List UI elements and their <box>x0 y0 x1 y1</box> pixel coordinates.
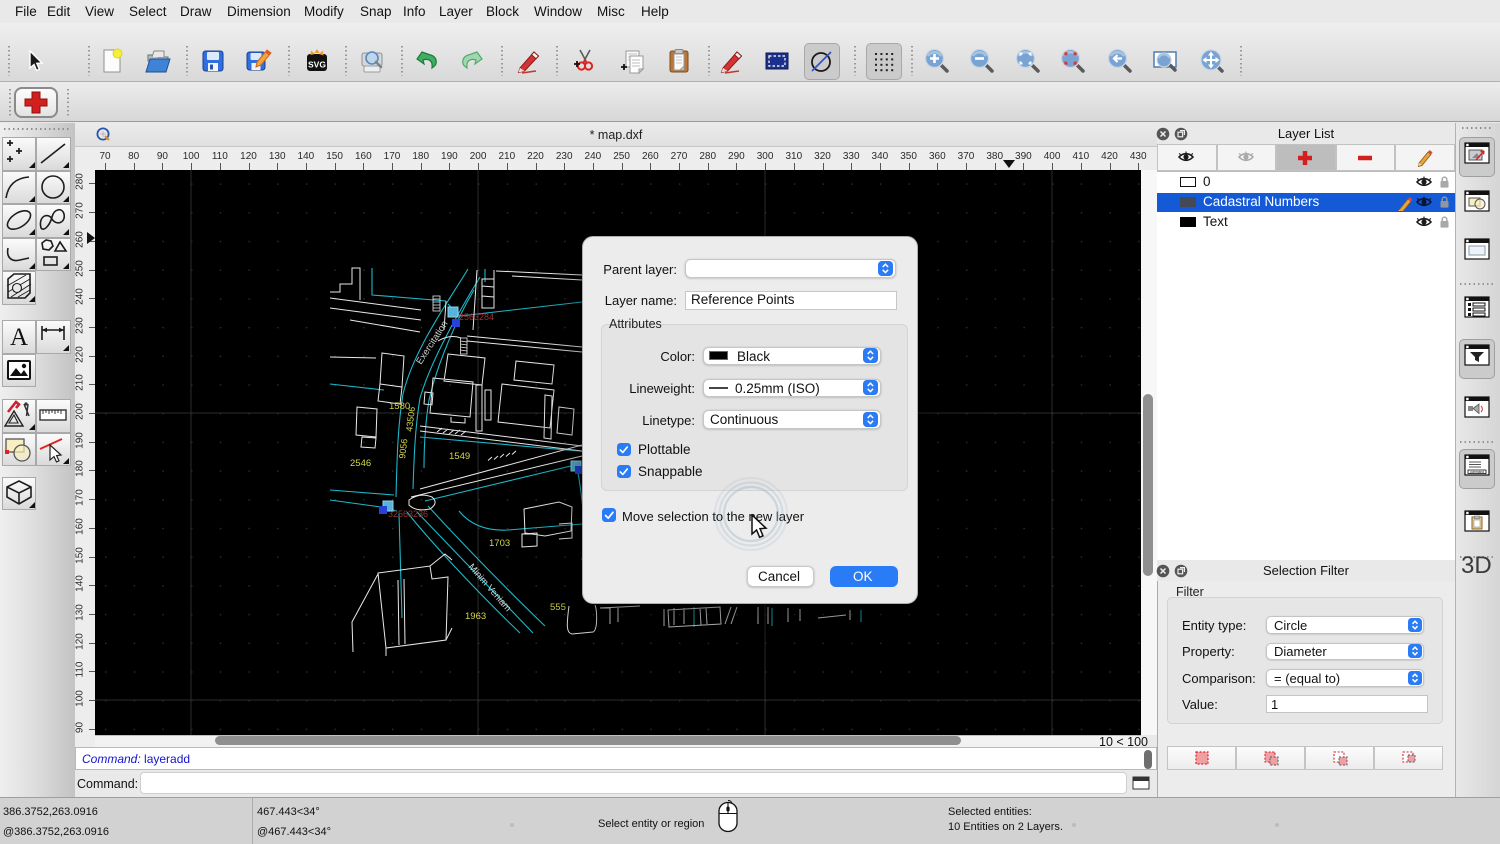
svg-text:1703: 1703 <box>489 538 510 549</box>
svg-text:2546: 2546 <box>350 458 371 469</box>
svg-text:1549: 1549 <box>449 451 470 462</box>
svg-text:32563236: 32563236 <box>388 509 428 519</box>
svg-text:2563284: 2563284 <box>459 312 494 322</box>
svg-text:A: A <box>9 324 27 351</box>
svg-text:555: 555 <box>550 602 566 613</box>
svg-text:1963: 1963 <box>465 611 486 622</box>
svg-text:SVG: SVG <box>308 60 326 70</box>
svg-text:command: command <box>1470 470 1484 474</box>
